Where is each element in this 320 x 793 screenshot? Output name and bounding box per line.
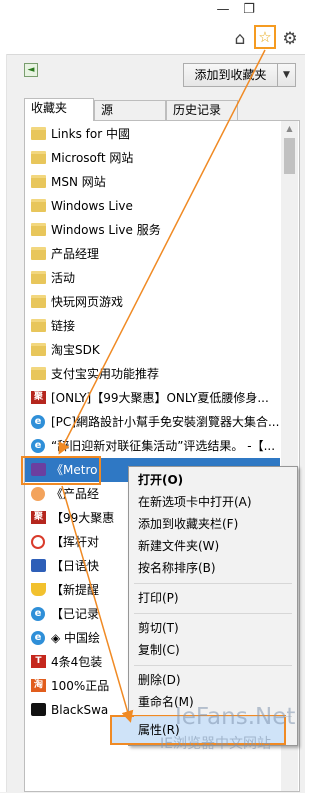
folder-icon [31, 199, 46, 212]
folder-icon [31, 271, 46, 284]
paw-icon [31, 559, 46, 572]
ie-page-icon: e [31, 631, 45, 645]
menu-separator [134, 583, 292, 584]
folder-icon [31, 175, 46, 188]
menu-separator [134, 665, 292, 666]
folder-icon [31, 343, 46, 356]
list-item[interactable]: e “辞旧迎新对联征集活动”评选结果。 -【... [25, 434, 280, 458]
list-item[interactable]: Links for 中國 [25, 122, 280, 146]
folder-icon [31, 151, 46, 164]
tab-history[interactable]: 历史记录 [166, 100, 238, 120]
tab-feeds[interactable]: 源 [94, 100, 166, 120]
restore-icon[interactable]: ❐ [236, 0, 262, 20]
star-icon: ☆ [258, 28, 272, 46]
list-item[interactable]: 链接 [25, 314, 280, 338]
play-icon [31, 535, 45, 549]
pin-pane-icon[interactable]: ◄ [24, 63, 38, 77]
list-item[interactable]: 产品经理 [25, 242, 280, 266]
folder-icon [31, 367, 46, 380]
list-item[interactable]: Microsoft 网站 [25, 146, 280, 170]
tmall-icon: T [31, 655, 46, 668]
list-item[interactable]: 支付宝实用功能推荐 [25, 362, 280, 386]
taobao-icon: 淘 [31, 679, 46, 692]
watermark-logo: IeFans.Net [175, 704, 296, 730]
menu-item-open-new-tab[interactable]: 在新选项卡中打开(A) [138, 492, 288, 512]
scroll-thumb[interactable] [284, 138, 295, 174]
list-item[interactable]: 活动 [25, 266, 280, 290]
folder-icon [31, 247, 46, 260]
brand-icon: 聚 [31, 511, 46, 524]
folder-icon [31, 223, 46, 236]
smile-icon [31, 487, 45, 501]
menu-item-copy[interactable]: 复制(C) [138, 640, 288, 660]
close-region[interactable] [262, 0, 305, 20]
menu-item-delete[interactable]: 删除(D) [138, 670, 288, 690]
watermark-subtitle: IE浏览器中文网站 [160, 736, 271, 752]
menu-separator [134, 613, 292, 614]
menu-item-cut[interactable]: 剪切(T) [138, 618, 288, 638]
list-item[interactable]: 聚 [ONLY]【99大聚惠】ONLY夏低腰修身... [25, 386, 280, 410]
home-icon[interactable]: ⌂ [229, 28, 251, 50]
page-edge [0, 54, 7, 792]
add-favorites-dropdown-arrow[interactable]: ▼ [278, 63, 296, 87]
ie-page-icon: e [31, 439, 45, 453]
menu-item-new-folder[interactable]: 新建文件夹(W) [138, 536, 288, 556]
add-to-favorites-button[interactable]: 添加到收藏夹 [183, 63, 278, 87]
brand-icon: 聚 [31, 391, 46, 404]
list-item[interactable]: 淘宝SDK [25, 338, 280, 362]
folder-icon [31, 127, 46, 140]
list-item[interactable]: MSN 网站 [25, 170, 280, 194]
menu-item-add-to-favorites-bar[interactable]: 添加到收藏夹栏(F) [138, 514, 288, 534]
selected-item-highlight [21, 456, 101, 485]
menu-item-sort-by-name[interactable]: 按名称排序(B) [138, 558, 288, 578]
folder-icon [31, 295, 46, 308]
menu-item-open[interactable]: 打开(O) [138, 470, 288, 490]
ie-page-icon: e [31, 607, 45, 621]
scroll-up-arrow[interactable]: ▲ [281, 121, 298, 137]
minimize-icon[interactable]: — [210, 0, 236, 20]
ie-page-icon: e [31, 415, 45, 429]
tab-favorites[interactable]: 收藏夹 [24, 98, 94, 121]
menu-item-print[interactable]: 打印(P) [138, 588, 288, 608]
gear-icon[interactable]: ⚙ [279, 28, 301, 50]
list-item[interactable]: 快玩网页游戏 [25, 290, 280, 314]
list-item[interactable]: e [PC]網路設計小幫手免安裝瀏覽器大集合... [25, 410, 280, 434]
list-item[interactable]: Windows Live [25, 194, 280, 218]
list-item[interactable]: Windows Live 服务 [25, 218, 280, 242]
trophy-icon [31, 583, 46, 596]
favorites-star-button[interactable]: ☆ [254, 25, 276, 49]
folder-icon [31, 319, 46, 332]
swan-icon [31, 703, 46, 716]
